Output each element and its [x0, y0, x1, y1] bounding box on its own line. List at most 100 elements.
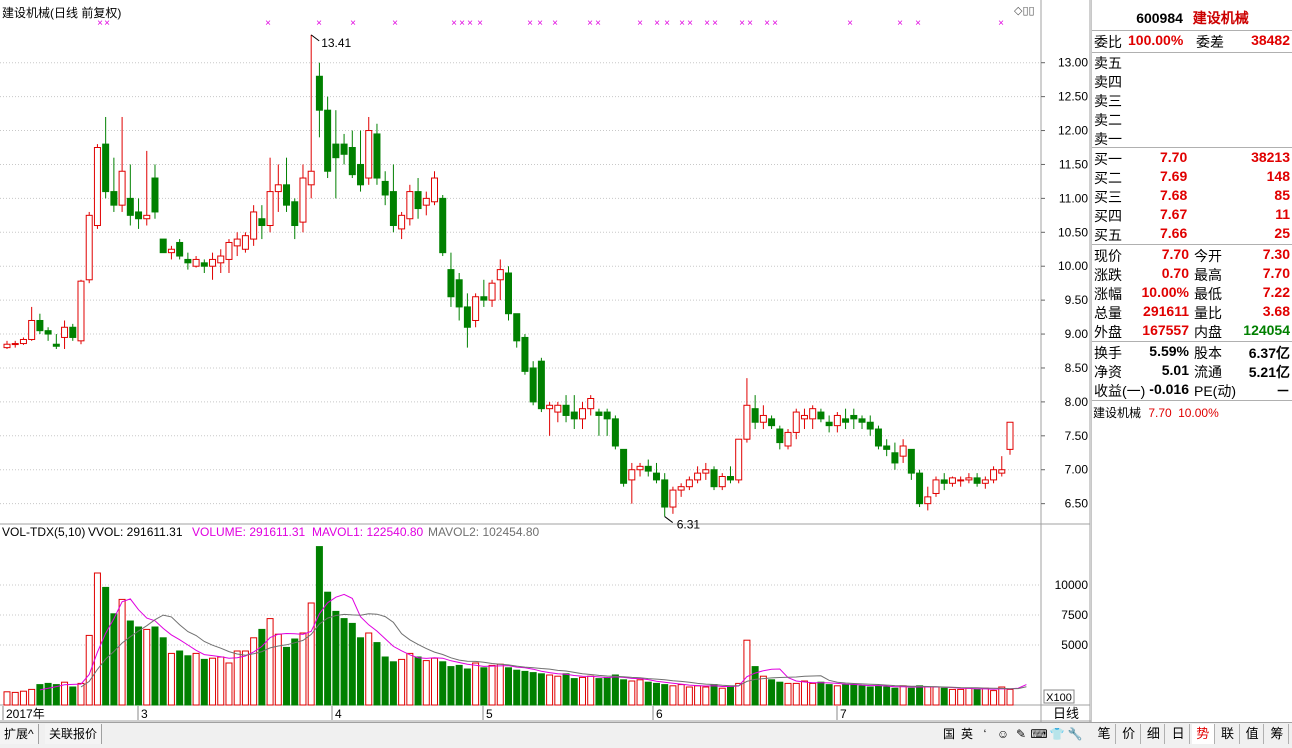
candle-body: [209, 258, 217, 267]
candle-body: [981, 479, 989, 484]
candle-body: [595, 411, 603, 416]
sell-row-5: 卖五: [1092, 53, 1292, 72]
stat-label: 最高: [1194, 267, 1222, 283]
ime-icon-1[interactable]: 英: [958, 725, 976, 742]
event-marker-icon: ×: [552, 18, 558, 29]
volume-bar: [488, 664, 496, 706]
low-label: 6.31: [677, 518, 701, 532]
stat-row: 涨跌 0.70 最高 7.70: [1092, 265, 1292, 284]
sell-row-4: 卖四: [1092, 72, 1292, 91]
right-tab-6[interactable]: 值: [1241, 724, 1265, 744]
vvol-label: VVOL: 291611.31: [88, 525, 183, 539]
weibi-label: 委比: [1094, 34, 1122, 50]
volume-bar: [521, 670, 529, 706]
candle-body: [472, 296, 480, 321]
volume-bar: [389, 661, 397, 706]
ime-icon-6[interactable]: 👕: [1048, 727, 1066, 741]
candle-body: [800, 414, 808, 420]
volume-tick-label: 5000: [1061, 638, 1088, 652]
event-marker-icon: ×: [915, 18, 921, 29]
right-tab-5[interactable]: 联: [1217, 724, 1240, 744]
ime-icon-7[interactable]: 🔧: [1066, 727, 1084, 741]
volume-bar: [948, 688, 956, 706]
volume-bar: [291, 638, 299, 706]
volume-bar: [726, 686, 734, 706]
candle-body: [480, 296, 488, 301]
bottom-toolbar: 扩展^ 关联报价 国英 ‘☺ ✎ ⌨ 👕 🔧 笔价细日势联值筹: [0, 722, 1292, 748]
volume-bar: [159, 637, 167, 706]
event-marker-icon: ×: [527, 18, 533, 29]
volume-bar: [907, 687, 915, 706]
right-tab-7[interactable]: 筹: [1266, 724, 1289, 744]
volume-bar: [52, 684, 60, 706]
volume-bar: [225, 662, 233, 706]
volume-bar: [916, 685, 924, 706]
stat-value: 291611: [1143, 303, 1189, 319]
volume-bar: [28, 688, 36, 706]
volume-bar: [620, 679, 628, 706]
date-label: 6: [656, 707, 663, 721]
stat-label: 涨幅: [1094, 286, 1122, 302]
window-icon[interactable]: ▯▯: [1022, 5, 1034, 17]
volume-bar: [694, 685, 702, 706]
candle-body: [299, 177, 307, 223]
right-tab-0[interactable]: 笔: [1093, 724, 1116, 744]
candle-body: [784, 431, 792, 447]
volume-bar: [167, 652, 175, 706]
candle-body: [126, 197, 134, 216]
candle-body: [93, 147, 101, 227]
candle-body: [677, 486, 685, 491]
candle-body: [883, 445, 891, 450]
volume-bar: [143, 628, 151, 706]
volume-bar: [332, 610, 340, 706]
candle-body: [340, 143, 348, 155]
volume-bar: [965, 687, 973, 706]
candle-body: [998, 469, 1006, 474]
date-label: 2017年: [6, 707, 45, 721]
fund-value: 5.59%: [1149, 343, 1189, 359]
event-marker-icon: ×: [537, 18, 543, 29]
candle-body: [546, 404, 554, 410]
event-marker-icon: ×: [265, 18, 271, 29]
fund-label: 收益(一): [1094, 383, 1146, 399]
candle-body: [381, 180, 389, 196]
event-marker-icon: ×: [847, 18, 853, 29]
volume-bar: [628, 680, 636, 706]
right-tab-3[interactable]: 日: [1167, 724, 1191, 744]
candle-body: [143, 214, 151, 220]
right-tab-4[interactable]: 势: [1191, 724, 1215, 744]
ime-icon-3[interactable]: ☺: [994, 727, 1012, 741]
quote-panel: 600984 建设机械 委比 100.00% 委差 38482 卖五 卖四 卖三 卖二…: [1091, 0, 1292, 722]
expand-tab[interactable]: 扩展^: [0, 724, 39, 744]
fund-value: 5.21亿: [1248, 364, 1290, 380]
price-tick-label: 6.50: [1065, 497, 1089, 511]
candle-body: [554, 404, 562, 413]
event-marker-icon: ×: [451, 18, 457, 29]
candle-body: [628, 469, 636, 481]
related-quotes-tab[interactable]: 关联报价: [45, 724, 103, 744]
date-label: 5: [486, 707, 493, 721]
sell-row-2: 卖二: [1092, 110, 1292, 129]
event-marker-icon: ×: [459, 18, 465, 29]
volume-label: VOLUME: 291611.31: [192, 525, 306, 539]
volume-bar: [562, 673, 570, 706]
volume-bar: [373, 642, 381, 706]
candle-body: [578, 408, 586, 420]
volume-bar: [496, 663, 504, 706]
ime-icon-4[interactable]: ✎: [1012, 727, 1030, 741]
candle-body: [85, 214, 93, 281]
chart-corner-icons[interactable]: ◇▯▯: [1014, 4, 1035, 17]
candle-body: [258, 218, 266, 227]
right-tab-2[interactable]: 细: [1142, 724, 1166, 744]
right-tab-1[interactable]: 价: [1118, 724, 1141, 744]
volume-bar: [669, 685, 677, 706]
buy-row-3: 买三 7.68 85: [1092, 187, 1292, 206]
ime-toolbar[interactable]: 国英 ‘☺ ✎ ⌨ 👕 🔧: [940, 725, 1084, 745]
ime-icon-2[interactable]: ‘: [976, 727, 994, 741]
buy-volume: 148: [1266, 168, 1290, 184]
candle-body: [833, 414, 841, 427]
candle-body: [159, 238, 167, 254]
ime-icon-0[interactable]: 国: [940, 725, 958, 742]
chart-title: 建设机械(日线 前复权): [2, 6, 122, 20]
ime-icon-5[interactable]: ⌨: [1030, 727, 1048, 741]
